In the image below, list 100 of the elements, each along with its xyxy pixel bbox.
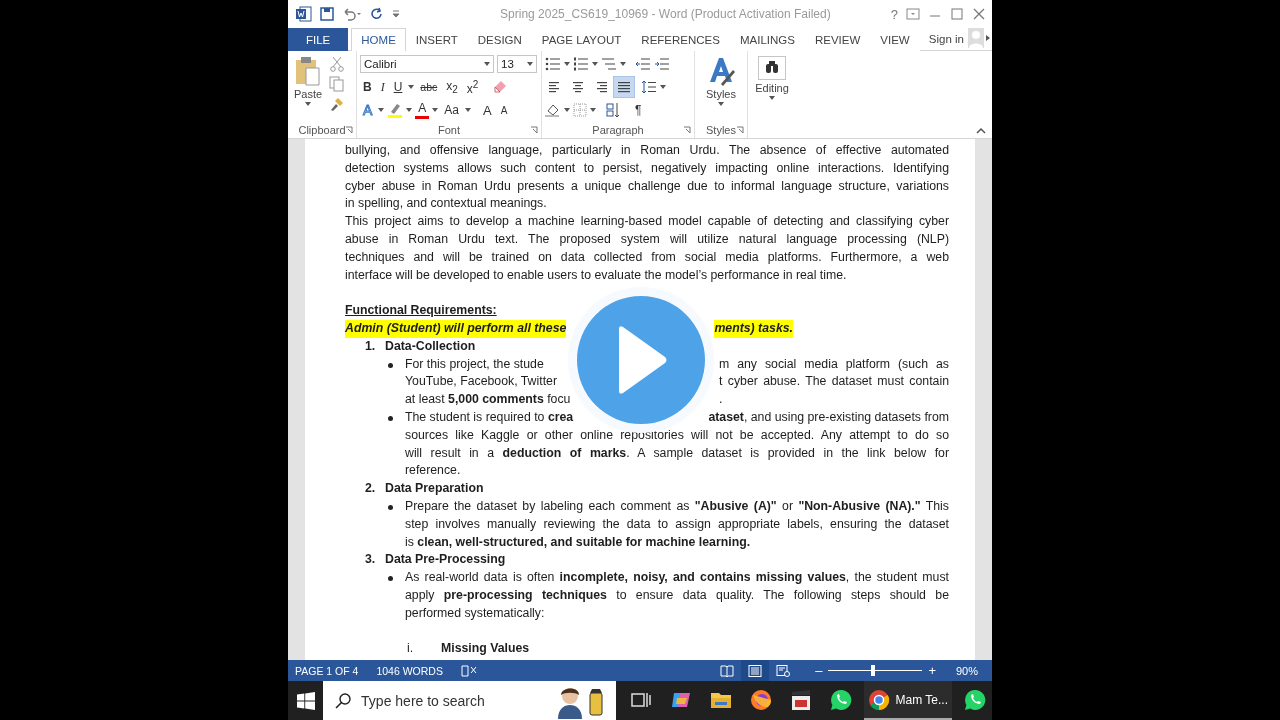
line-spacing-icon[interactable] — [641, 80, 657, 94]
caret-icon[interactable] — [660, 85, 666, 89]
font-color-button[interactable]: A — [415, 101, 430, 119]
save-icon[interactable] — [320, 7, 334, 21]
bullets-icon[interactable] — [545, 57, 561, 71]
caret-icon[interactable] — [305, 102, 312, 106]
align-lines-icon — [571, 81, 585, 93]
search-icon — [335, 693, 352, 709]
collapse-ribbon-icon[interactable] — [976, 127, 986, 134]
increase-indent-icon[interactable] — [654, 57, 670, 71]
shrink-font-button[interactable]: A — [497, 101, 511, 119]
group-label: Font — [438, 124, 460, 136]
page-lines-icon — [748, 664, 763, 677]
ribbon-tab[interactable]: FILE — [288, 28, 349, 51]
align-button[interactable] — [614, 77, 634, 97]
styles-brush-icon — [707, 56, 735, 86]
sign-in-link[interactable]: Sign in — [924, 28, 968, 50]
dialog-launcher-icon[interactable] — [345, 126, 353, 134]
bullet-paragraph: As real-world data is often incomplete, noisy, and contains missing values, the student must apply pre-processing techniques to ensure data quality. The following steps should be performed systematically: — [405, 569, 949, 622]
list-item-title: Data Pre-Processing — [385, 551, 506, 569]
group-label: Paragraph — [592, 124, 644, 136]
caret-icon[interactable] — [432, 108, 439, 112]
format-button[interactable]: abc — [417, 78, 441, 96]
list-number: 2. — [365, 480, 377, 498]
caret-icon[interactable] — [769, 96, 775, 100]
cut-icon[interactable] — [329, 56, 346, 72]
change-case-button[interactable]: Aa — [441, 101, 463, 119]
ribbon-tab[interactable]: HOME — [351, 28, 406, 51]
word-count[interactable]: 1046 WORDS — [376, 664, 443, 677]
bullet-icon — [388, 504, 393, 510]
clapperboard-icon — [789, 688, 812, 711]
paste-button[interactable]: Paste — [291, 54, 326, 122]
caret-icon[interactable] — [564, 62, 570, 66]
web-page-icon — [776, 664, 791, 677]
caret-icon[interactable] — [620, 62, 626, 66]
format-button[interactable]: U — [390, 78, 406, 96]
font-name-field[interactable]: Calibri — [360, 55, 494, 73]
group-label: Styles — [706, 124, 736, 136]
paragraph-fragment: m any social media platform (such as t cyber abuse. The dataset must contain . — [719, 355, 949, 409]
caret-icon[interactable] — [378, 108, 385, 112]
dialog-launcher-icon[interactable] — [530, 126, 538, 134]
zoom-slider-thumb[interactable] — [870, 665, 875, 676]
view-button[interactable] — [741, 660, 770, 681]
format-painter-icon[interactable] — [329, 96, 346, 112]
list-item-title: Data-Collection — [385, 337, 476, 355]
caret-icon[interactable] — [718, 102, 724, 106]
format-button[interactable]: B — [360, 78, 375, 96]
highlighter-icon[interactable] — [387, 102, 404, 118]
editing-button[interactable]: Editing — [752, 54, 792, 138]
group-label: Clipboard — [298, 124, 346, 136]
list-item-title: Missing Values — [441, 640, 530, 658]
decrease-indent-icon[interactable] — [635, 57, 651, 71]
caret-icon[interactable] — [484, 62, 490, 66]
caret-icon[interactable] — [527, 62, 533, 66]
font-size-field[interactable]: 13 — [497, 55, 537, 73]
help-button[interactable]: ? — [890, 6, 898, 22]
styles-button[interactable]: Styles — [703, 54, 739, 122]
window-title: Spring 2025_CS619_10969 - Word (Product Activation Failed) — [499, 7, 832, 21]
taskbar-search-field[interactable]: Type here to search — [323, 681, 616, 720]
redo-icon[interactable] — [370, 7, 384, 21]
show-formatting-button[interactable]: ¶ — [632, 101, 645, 119]
highlighted-text: Admin (Student) will perform all these — [345, 319, 567, 338]
format-button[interactable]: x$_{2}$ — [443, 78, 461, 96]
chrome-icon — [867, 688, 890, 711]
undo-icon[interactable] — [342, 7, 362, 21]
caret-icon[interactable] — [406, 108, 413, 112]
list-number: i. — [407, 640, 415, 658]
format-button[interactable]: I — [377, 78, 388, 96]
clipboard-icon — [295, 56, 322, 86]
caret-icon[interactable] — [592, 62, 598, 66]
align-lines-icon — [617, 81, 631, 93]
shading-icon[interactable] — [545, 103, 561, 117]
sort-icon[interactable] — [605, 102, 621, 118]
section-heading: Functional Requirements: — [345, 302, 498, 320]
caret-icon[interactable] — [590, 108, 596, 112]
zoom-in-button[interactable]: + — [928, 663, 936, 678]
list-number: 3. — [365, 551, 377, 569]
dialog-launcher-icon[interactable] — [683, 126, 691, 134]
page-count[interactable]: PAGE 1 OF 4 — [295, 664, 359, 677]
list-number: 1. — [365, 337, 377, 355]
zoom-percent[interactable]: 90% — [955, 664, 978, 677]
chat-bubble-icon — [963, 687, 987, 712]
dialog-launcher-icon[interactable] — [736, 126, 744, 134]
caret-icon[interactable] — [408, 85, 415, 89]
proofing-book-icon[interactable] — [460, 663, 477, 678]
caret-icon[interactable] — [465, 108, 472, 112]
browser-globe-icon — [749, 688, 772, 711]
numbering-icon[interactable] — [573, 57, 589, 71]
customize-icon[interactable] — [392, 10, 400, 18]
multilevel-list-icon[interactable] — [601, 57, 617, 71]
grow-font-button[interactable]: A — [480, 101, 495, 119]
bullet-icon — [388, 415, 393, 421]
close-icon[interactable] — [972, 8, 986, 20]
caret-icon[interactable] — [564, 108, 570, 112]
taskbar-app-button[interactable]: Mam Te... — [863, 681, 952, 720]
zoom-out-button[interactable]: – — [815, 663, 823, 678]
bullet-icon — [388, 576, 393, 582]
format-button[interactable]: x$^{2}$ — [463, 78, 482, 96]
chat-bubble-icon — [828, 687, 853, 712]
windows-start-icon[interactable] — [296, 691, 315, 710]
